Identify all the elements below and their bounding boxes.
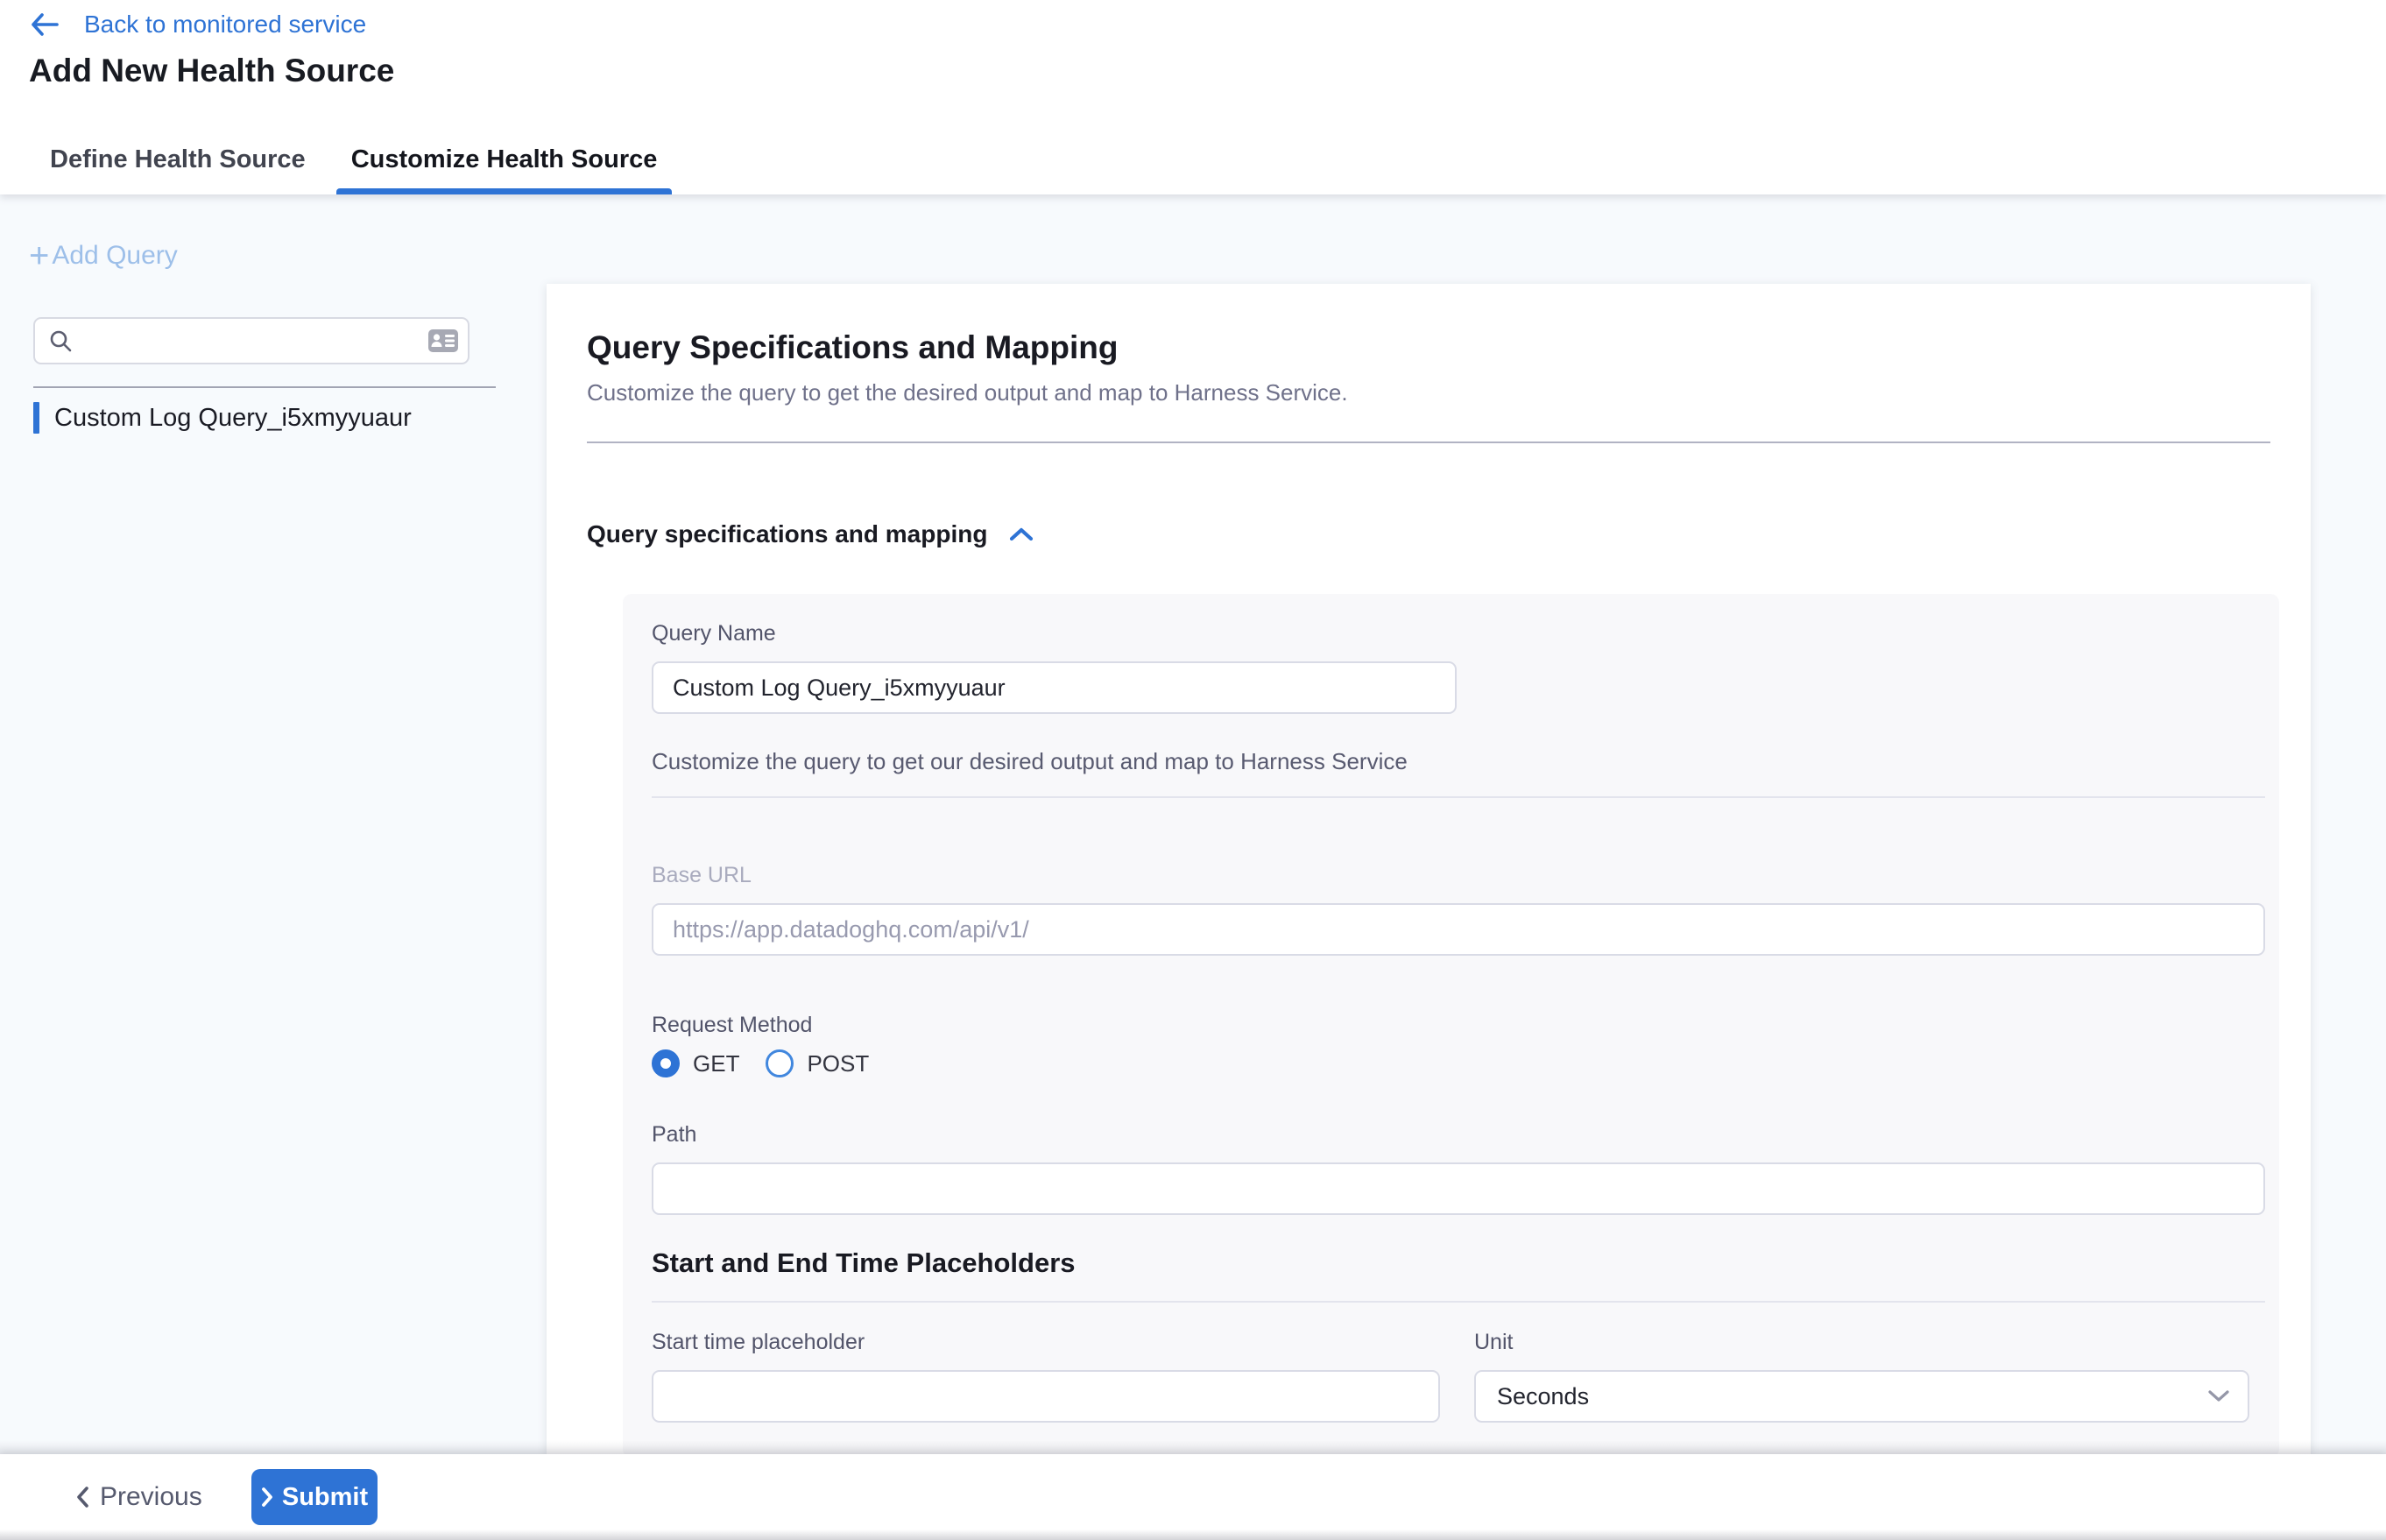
chevron-right-icon [261, 1487, 273, 1508]
search-input[interactable] [81, 328, 427, 355]
arrow-left-icon [29, 11, 60, 38]
sidebar-divider [33, 386, 496, 388]
card-body: Query specifications and mapping Query N… [547, 520, 2311, 1454]
back-to-monitored-service-link[interactable]: Back to monitored service [29, 11, 366, 39]
radio-option-get[interactable]: GET [652, 1049, 739, 1077]
section-title: Query specifications and mapping [587, 520, 987, 548]
back-link-label: Back to monitored service [84, 11, 366, 39]
query-item-label: Custom Log Query_i5xmyyuaur [54, 404, 412, 433]
request-method-label: Request Method [652, 1012, 2265, 1038]
query-name-label: Query Name [652, 620, 2265, 646]
card-header: Query Specifications and Mapping Customi… [547, 284, 2311, 443]
query-form-panel: Query Name Customize the query to get ou… [623, 594, 2279, 1454]
start-time-field: Start time placeholder [652, 1329, 1440, 1423]
tab-label: Customize Health Source [351, 145, 658, 174]
query-search-box[interactable] [33, 317, 469, 364]
start-time-input[interactable] [652, 1370, 1440, 1423]
previous-button[interactable]: Previous [75, 1454, 202, 1540]
time-placeholders-heading: Start and End Time Placeholders [652, 1247, 2265, 1280]
time-placeholder-row: Start time placeholder Unit Seconds [652, 1329, 2265, 1423]
form-divider [652, 1301, 2265, 1303]
request-method-radio-group: GET POST [652, 1049, 2265, 1077]
unit-select[interactable]: Seconds [1474, 1370, 2249, 1423]
contact-card-icon[interactable] [427, 328, 459, 354]
chevron-up-icon[interactable] [1008, 526, 1034, 543]
tab-customize-health-source[interactable]: Customize Health Source [336, 124, 673, 194]
radio-option-post[interactable]: POST [766, 1049, 869, 1077]
query-list-item-selected[interactable]: Custom Log Query_i5xmyyuaur [33, 402, 412, 434]
base-url-input[interactable] [652, 903, 2265, 956]
top-header: Back to monitored service Add New Health… [0, 0, 2386, 124]
add-query-label: Add Query [52, 241, 177, 271]
page-title: Add New Health Source [29, 53, 394, 89]
unit-select-value: Seconds [1497, 1383, 1589, 1410]
previous-button-label: Previous [100, 1482, 202, 1512]
tab-define-health-source[interactable]: Define Health Source [35, 124, 321, 194]
chevron-down-icon [2207, 1389, 2230, 1403]
plus-icon: + [29, 240, 49, 272]
content-area: + Add Query Custom Log Query_i5xmyyuaur … [0, 194, 2386, 1454]
card-subtitle: Customize the query to get the desired o… [587, 378, 2270, 406]
form-divider [652, 796, 2265, 798]
base-url-label: Base URL [652, 862, 2265, 888]
footer-action-bar: Previous Submit [0, 1454, 2386, 1540]
path-label: Path [652, 1121, 2265, 1148]
query-name-helper-text: Customize the query to get our desired o… [652, 747, 2265, 775]
query-name-input[interactable] [652, 661, 1457, 714]
collapsible-section-header[interactable]: Query specifications and mapping [587, 520, 2270, 548]
chevron-left-icon [75, 1485, 89, 1509]
start-time-label: Start time placeholder [652, 1329, 1440, 1355]
unit-field: Unit Seconds [1474, 1329, 2249, 1423]
path-input[interactable] [652, 1162, 2265, 1215]
submit-button-label: Submit [282, 1483, 368, 1512]
radio-post-label: POST [807, 1050, 869, 1077]
tab-label: Define Health Source [50, 145, 306, 174]
tab-bar: Define Health Source Customize Health So… [0, 124, 2386, 194]
card-header-divider [587, 442, 2270, 443]
query-spec-card: Query Specifications and Mapping Customi… [547, 284, 2311, 1454]
radio-unselected-icon[interactable] [766, 1049, 794, 1077]
add-query-button[interactable]: + Add Query [29, 240, 178, 272]
radio-selected-icon[interactable] [652, 1049, 680, 1077]
unit-label: Unit [1474, 1329, 2249, 1355]
search-icon [48, 328, 73, 353]
radio-get-label: GET [693, 1050, 739, 1077]
selected-indicator-bar [33, 402, 39, 434]
card-title: Query Specifications and Mapping [587, 328, 2270, 368]
submit-button[interactable]: Submit [251, 1469, 378, 1525]
